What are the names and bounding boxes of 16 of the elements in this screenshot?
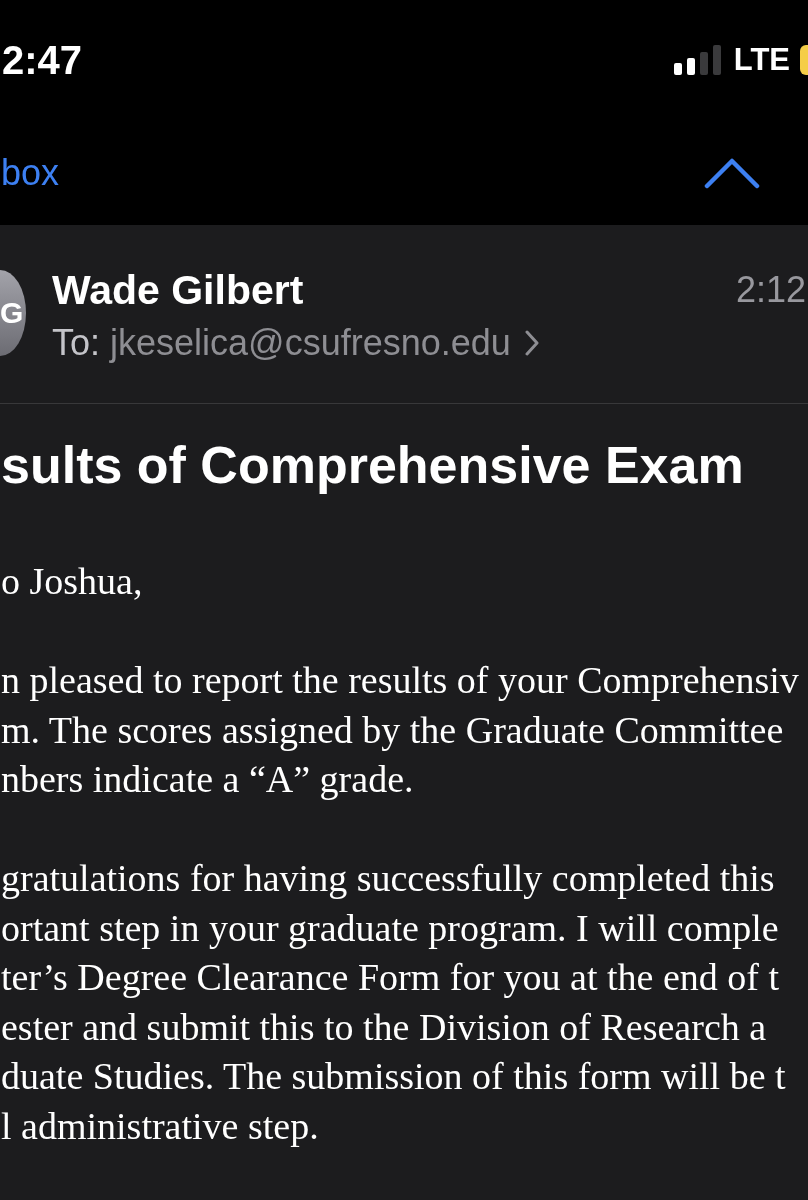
recipient-address[interactable]: jkeselica@csufresno.edu: [110, 321, 511, 365]
message-time: 2:12: [735, 268, 807, 312]
sender-name: Wade Gilbert: [52, 266, 304, 314]
back-button[interactable]: box: [0, 152, 60, 193]
body-paragraph: gratulations for having successfully completed this ortant step in your graduate program. I will comple ter’s Degree Clearance Form for you at the end of t ester and submit this to the Division of Research a duate Studies. The submission of this form will be t l administrative step.: [1, 856, 787, 1149]
battery-icon: [800, 45, 808, 75]
network-label: LTE: [733, 43, 790, 77]
email-subject: sults of Comprehensive Exam: [0, 435, 745, 495]
body-paragraph: n pleased to report the results of your Comprehensiv m. The scores assigned by the Graduate Committee nbers indicate a “A” grade.: [1, 658, 800, 802]
avatar: G: [0, 270, 26, 356]
chevron-right-icon[interactable]: [524, 330, 539, 356]
status-time: 2:47: [1, 38, 83, 82]
chevron-up-icon[interactable]: [704, 156, 760, 189]
signal-icon: [673, 45, 722, 75]
to-label: To:: [52, 321, 101, 365]
body-paragraph: o Joshua,: [1, 559, 144, 604]
